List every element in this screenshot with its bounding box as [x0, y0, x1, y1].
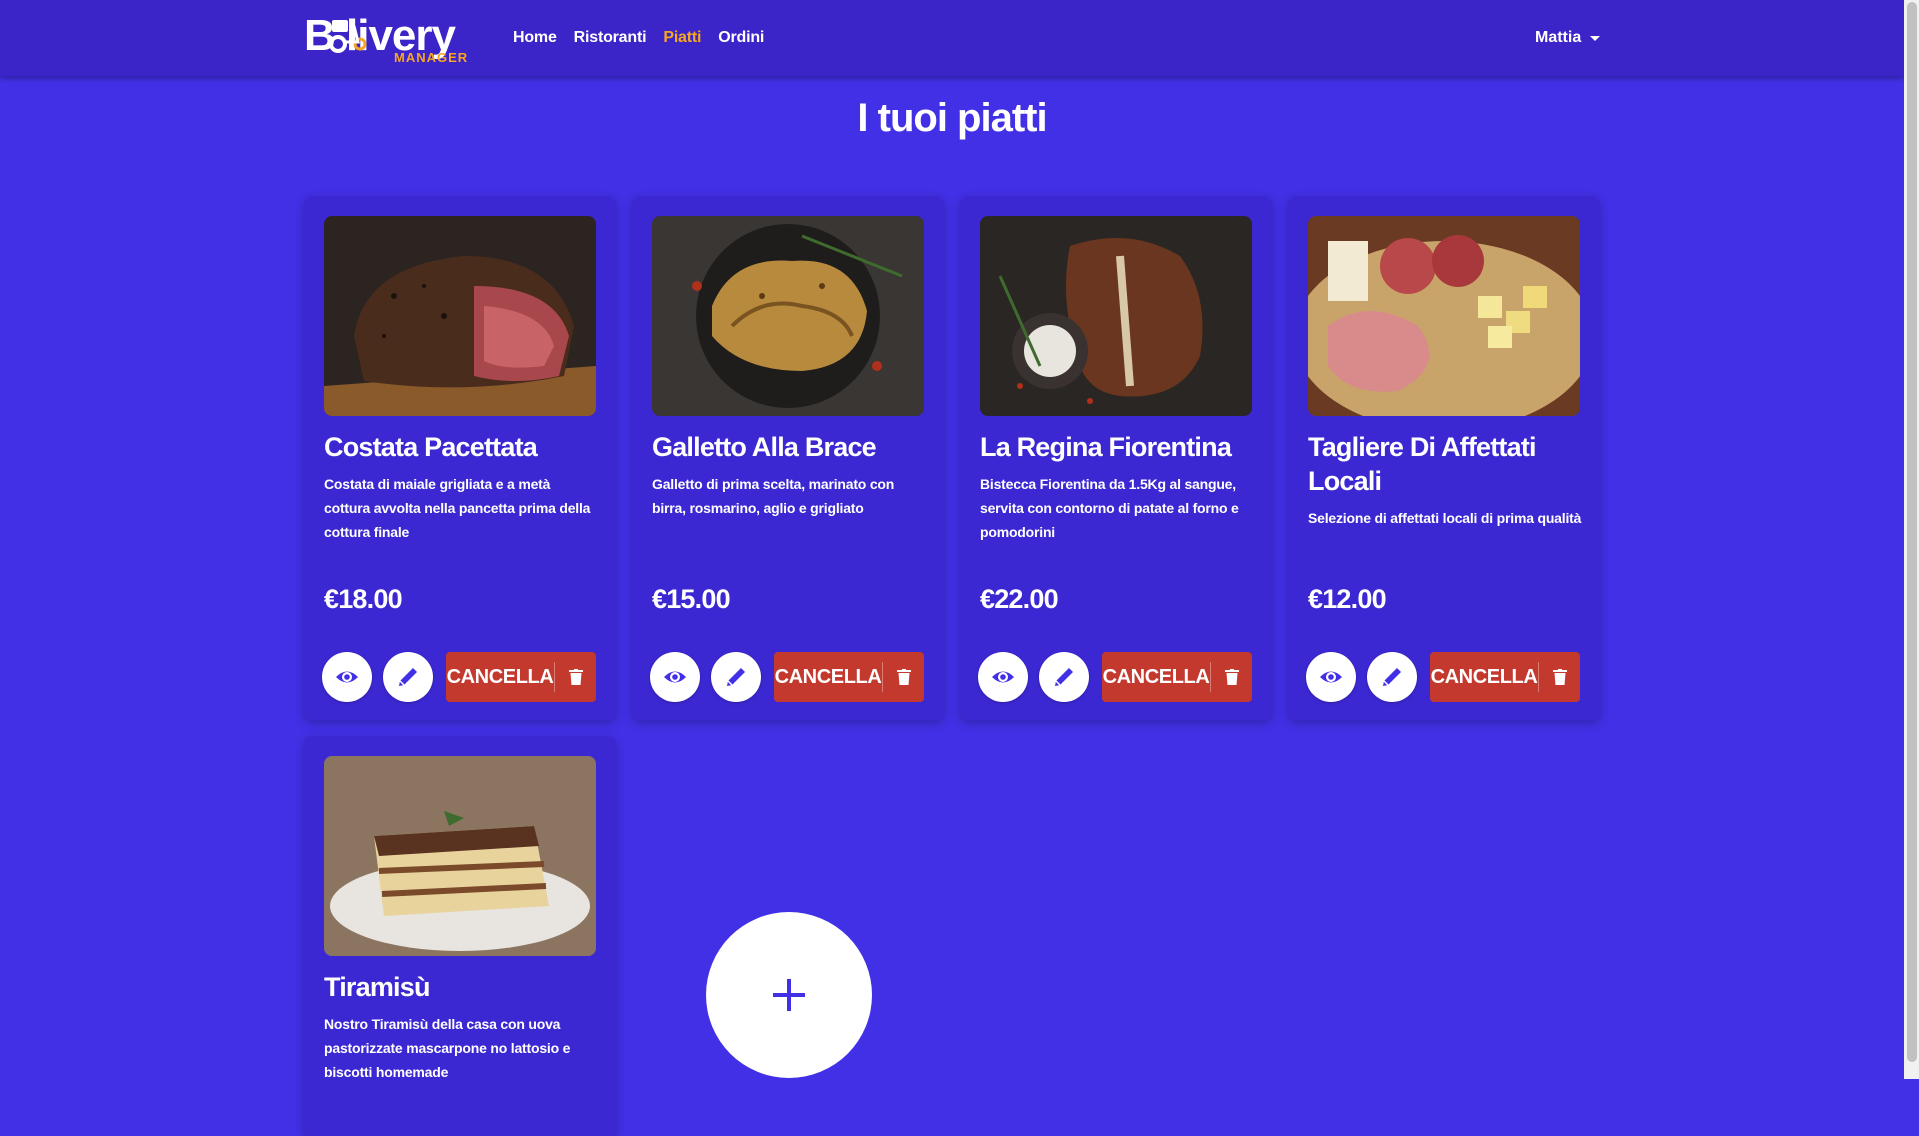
- dish-description: Bistecca Fiorentina da 1.5Kg al sangue, …: [980, 476, 1239, 540]
- edit-button[interactable]: [711, 652, 761, 702]
- pencil-icon: [1055, 668, 1073, 686]
- view-button[interactable]: [322, 652, 372, 702]
- top-navbar: B livery MANAGER Home Ristoranti Piatti …: [0, 0, 1904, 76]
- dish-image-pork-steak: [324, 216, 596, 416]
- nav-link-piatti[interactable]: Piatti: [663, 29, 701, 47]
- edit-button[interactable]: [1039, 652, 1089, 702]
- view-button[interactable]: [650, 652, 700, 702]
- pencil-icon: [1383, 668, 1401, 686]
- dish-description: Selezione di affettati locali di prima q…: [1308, 510, 1582, 526]
- dish-card: Tiramisù Nostro Tiramisù della casa con …: [304, 736, 616, 1136]
- pencil-icon: [727, 668, 745, 686]
- scooter-icon: [329, 20, 367, 53]
- nav-link-ordini[interactable]: Ordini: [718, 29, 764, 47]
- pencil-icon: [399, 668, 417, 686]
- eye-icon: [664, 671, 686, 683]
- dish-card: Costata Pacettata Costata di maiale grig…: [304, 196, 616, 720]
- delete-label: CANCELLA: [446, 665, 554, 688]
- trash-icon: [1552, 669, 1567, 685]
- dish-price: €15.00: [652, 584, 731, 614]
- dish-description: Nostro Tiramisù della casa con uova past…: [324, 1016, 571, 1080]
- edit-button[interactable]: [1367, 652, 1417, 702]
- user-name: Mattia: [1535, 29, 1582, 46]
- dish-card: Tagliere Di Affettati Locali Selezione d…: [1288, 196, 1600, 720]
- logo-subtitle: MANAGER: [394, 50, 469, 65]
- delete-label: CANCELLA: [1430, 665, 1538, 688]
- caret-down-icon: [1590, 35, 1601, 41]
- delete-button[interactable]: CANCELLA: [1430, 652, 1580, 702]
- dish-image-tiramisu: [324, 756, 596, 956]
- trash-icon: [896, 669, 911, 685]
- dish-price: €18.00: [324, 584, 403, 614]
- user-dropdown[interactable]: Mattia: [1535, 0, 1601, 76]
- dish-description: Galletto di prima scelta, marinato con b…: [652, 476, 895, 516]
- dish-image-chicken: [652, 216, 924, 416]
- eye-icon: [1320, 671, 1342, 683]
- delete-button[interactable]: CANCELLA: [446, 652, 596, 702]
- view-button[interactable]: [1306, 652, 1356, 702]
- dish-name: Tiramisù: [324, 972, 430, 1002]
- app-logo[interactable]: B livery MANAGER: [304, 10, 494, 66]
- dish-name: Tagliere Di Affettati Locali: [1308, 432, 1537, 496]
- add-dish-button[interactable]: [706, 912, 872, 1078]
- delete-label: CANCELLA: [774, 665, 882, 688]
- view-button[interactable]: [978, 652, 1028, 702]
- dish-price: €22.00: [980, 584, 1059, 614]
- dish-image-t-bone: [980, 216, 1252, 416]
- dish-name: La Regina Fiorentina: [980, 432, 1232, 462]
- delete-label: CANCELLA: [1102, 665, 1210, 688]
- trash-icon: [1224, 669, 1239, 685]
- eye-icon: [992, 671, 1014, 683]
- delete-button[interactable]: CANCELLA: [774, 652, 924, 702]
- dish-price: €12.00: [1308, 584, 1387, 614]
- plus-icon: [773, 979, 805, 1011]
- scrollbar[interactable]: [1904, 0, 1919, 1079]
- nav-links: Home Ristoranti Piatti Ordini: [513, 0, 781, 76]
- delete-button[interactable]: CANCELLA: [1102, 652, 1252, 702]
- nav-link-ristoranti[interactable]: Ristoranti: [574, 29, 647, 47]
- dish-card: La Regina Fiorentina Bistecca Fiorentina…: [960, 196, 1272, 720]
- dish-description: Costata di maiale grigliata e a metà cot…: [324, 476, 591, 540]
- dish-name: Costata Pacettata: [324, 432, 538, 462]
- page-title: I tuoi piatti: [857, 96, 1047, 140]
- edit-button[interactable]: [383, 652, 433, 702]
- scrollbar-thumb[interactable]: [1907, 2, 1917, 1062]
- dish-card: Galletto Alla Brace Galletto di prima sc…: [632, 196, 944, 720]
- nav-link-home[interactable]: Home: [513, 29, 557, 47]
- trash-icon: [568, 669, 583, 685]
- dish-name: Galletto Alla Brace: [652, 432, 877, 462]
- eye-icon: [336, 671, 358, 683]
- dish-image-cured-meats: [1308, 216, 1580, 416]
